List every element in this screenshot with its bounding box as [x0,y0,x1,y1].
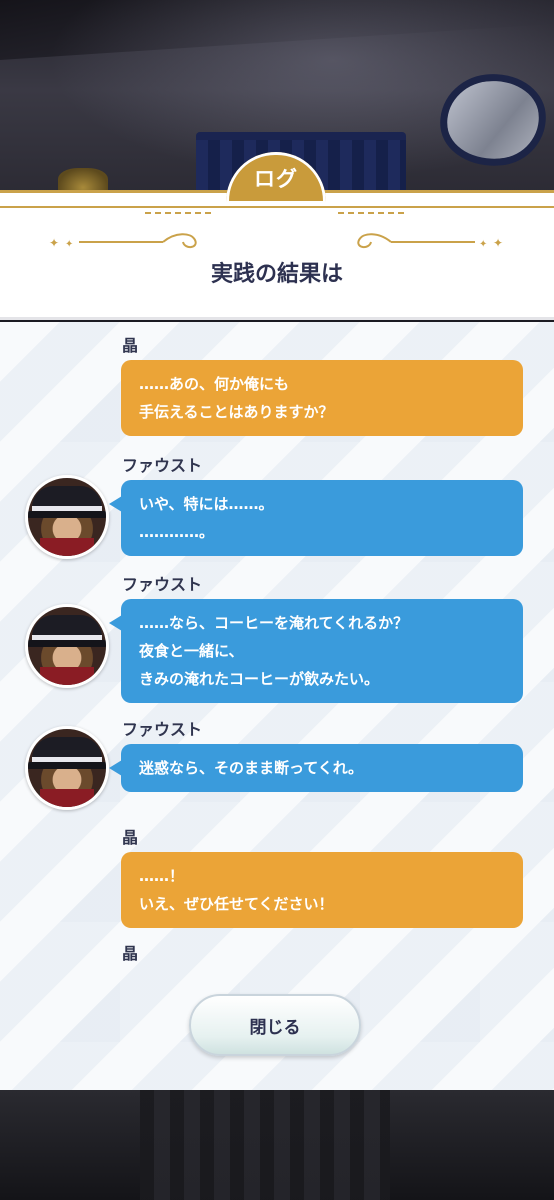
message-line: ……なら、コーヒーを淹れてくれるか？ [139,614,409,632]
page-title: 実践の結果は [210,262,343,287]
message-bubble-player: ……！ いえ、ぜひ任せてください！ [121,852,523,928]
message-line: ……！ [139,867,185,885]
speaker-name: ファウスト [122,456,203,475]
svg-text:✦: ✦ [493,236,503,250]
message-line: きみの淹れたコーヒーが飲みたい。 [139,670,380,688]
message-line: 迷惑なら、そのまま断ってくれ。 [139,759,363,777]
svg-text:✦: ✦ [65,239,73,250]
character-coat-image [140,1090,390,1200]
message-line: ……あの、何か俺にも [139,375,290,393]
faust-avatar-icon [25,726,109,810]
faust-avatar-icon [25,604,109,688]
speaker-name: 晶 [122,944,139,963]
flourish-right-icon: ✦ ✦ [357,233,503,250]
speaker-name: ファウスト [122,575,203,594]
log-list[interactable]: 晶 ……あの、何か俺にも 手伝えることはありますか？ ファウスト いや、特には…… [0,322,554,1090]
message-line: 夜食と一緒に、 [139,642,244,660]
background-scene-bottom [0,1090,554,1200]
log-tab-label: ログ [254,167,298,191]
message-line: いや、特には……。 [139,495,274,513]
speaker-name: 晶 [122,828,139,847]
message-line: …………。 [139,523,215,541]
svg-text:✦: ✦ [479,239,487,250]
message-bubble-npc: ……なら、コーヒーを淹れてくれるか？ 夜食と一緒に、 きみの淹れたコーヒーが飲み… [109,599,523,703]
flourish-left-icon: ✦ ✦ [49,233,197,250]
close-button[interactable]: 閉じる [189,994,361,1056]
divider-dash-left [145,212,215,214]
message-line: 手伝えることはありますか？ [139,403,334,421]
svg-text:✦: ✦ [49,236,59,250]
divider-dash-right [338,212,408,214]
message-bubble-player: ……あの、何か俺にも 手伝えることはありますか？ [121,360,523,436]
faust-avatar-icon [25,475,109,559]
log-header: ✦ ✦ ✦ ✦ 実践の結果は [0,208,554,320]
message-bubble-npc: いや、特には……。 …………。 [109,480,523,556]
message-line: いえ、ぜひ任せてください！ [139,895,334,913]
message-bubble-npc: 迷惑なら、そのまま断ってくれ。 [109,744,523,792]
speaker-name: 晶 [122,336,139,355]
speaker-name: ファウスト [122,720,203,739]
header-rule [0,317,554,320]
